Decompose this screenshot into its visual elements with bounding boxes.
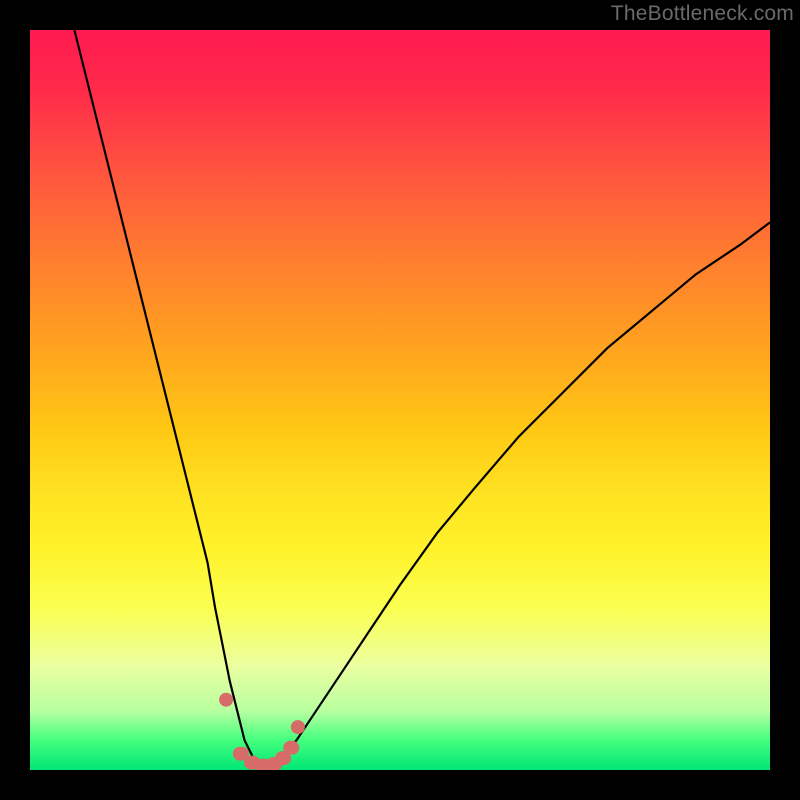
marker-pill bbox=[283, 741, 299, 755]
bottleneck-curve bbox=[74, 30, 770, 770]
marker-dot bbox=[219, 693, 233, 707]
chart-frame: TheBottleneck.com bbox=[0, 0, 800, 800]
curve-layer bbox=[30, 30, 770, 770]
attribution-text: TheBottleneck.com bbox=[611, 2, 794, 26]
marker-group bbox=[219, 693, 305, 770]
marker-dot bbox=[291, 720, 305, 734]
